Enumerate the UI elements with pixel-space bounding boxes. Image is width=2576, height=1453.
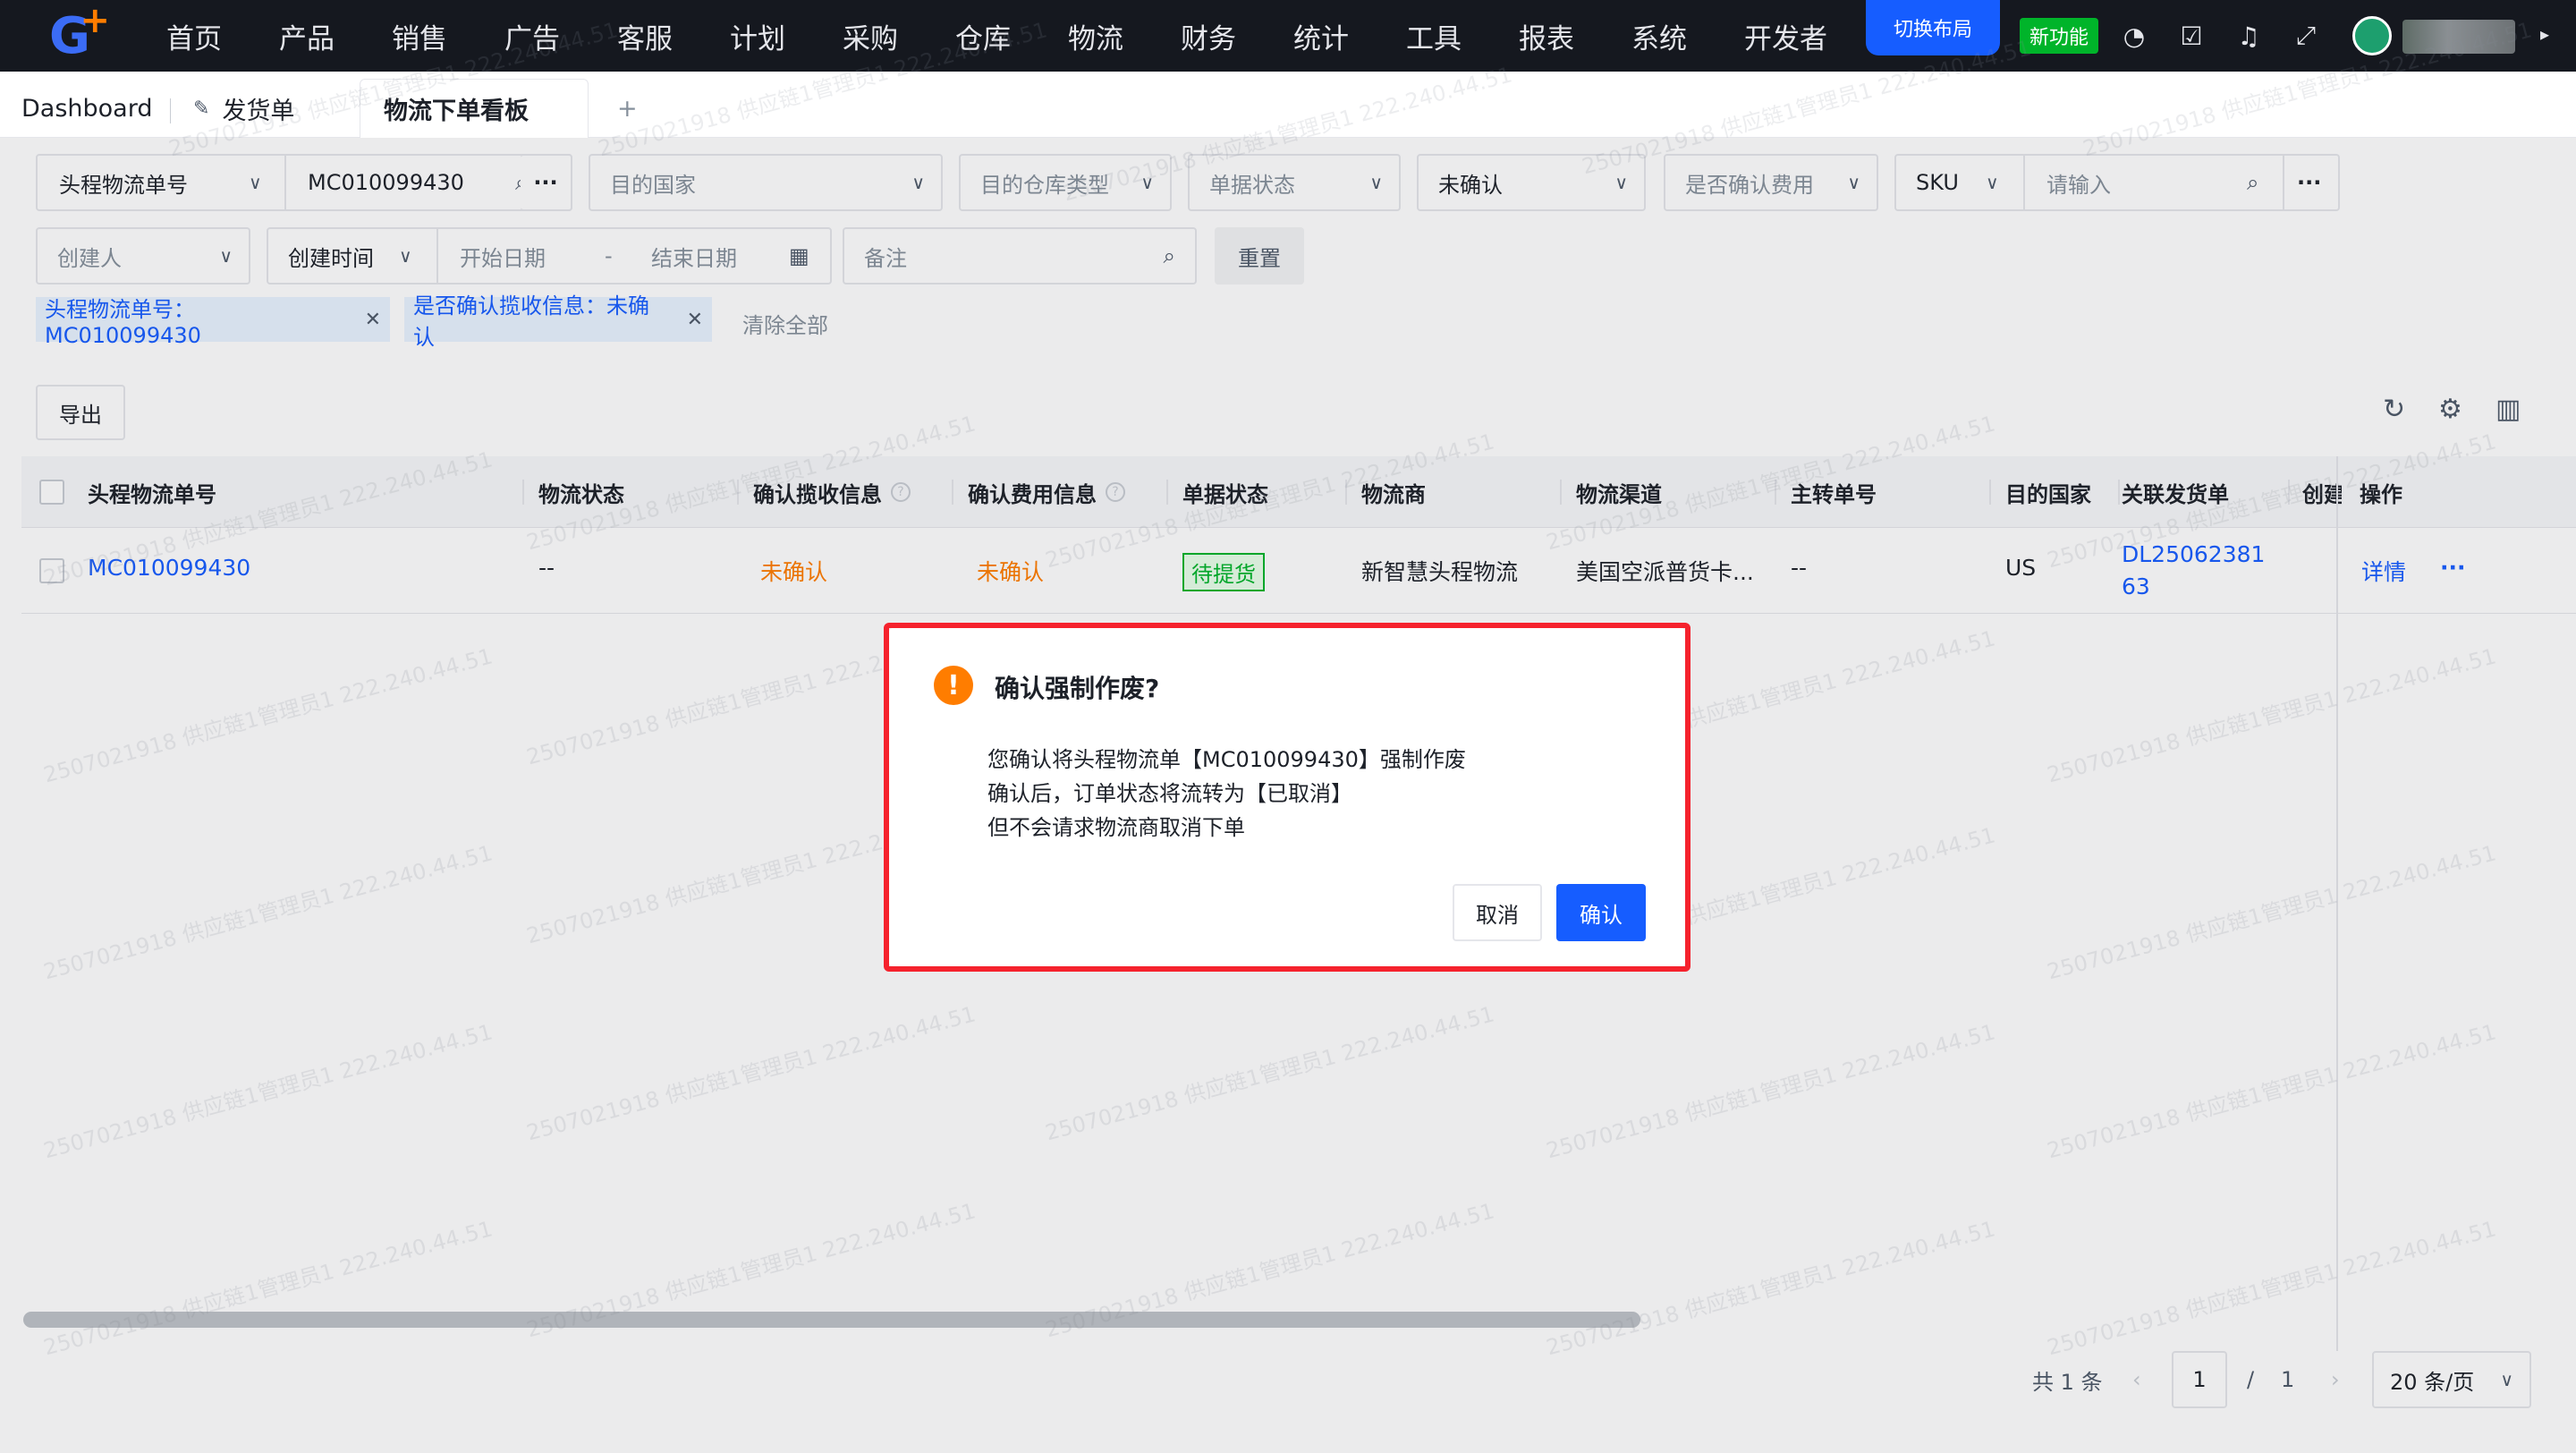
tab-divider — [170, 98, 171, 123]
new-feature-badge[interactable]: 新功能 — [2020, 18, 2098, 54]
nav-item-sales[interactable]: 销售 — [392, 16, 447, 56]
cancel-button[interactable]: 取消 — [1453, 884, 1542, 941]
caret-right-icon[interactable]: ▸ — [2540, 23, 2549, 45]
dialog-title: 确认强制作废? — [995, 674, 1160, 703]
nav-item-system[interactable]: 系统 — [1631, 16, 1687, 56]
page-tabs: Dashboard ✎ 发货单 物流下单看板 + — [0, 72, 2576, 138]
logo-mark: G + — [49, 0, 110, 65]
dialog-line-2: 确认后，订单状态将流转为【已取消】 — [987, 781, 1352, 806]
calendar-check-icon[interactable]: ☑ — [2175, 20, 2207, 52]
tab-shipment-label: 发货单 — [222, 97, 295, 125]
switch-layout-button[interactable]: 切换布局 — [1866, 0, 2000, 55]
dialog-content: 您确认将头程物流单【MC010099430】强制作废 确认后，订单状态将流转为【… — [987, 743, 1466, 845]
nav-item-plan[interactable]: 计划 — [730, 16, 785, 56]
nav-item-ads[interactable]: 广告 — [504, 16, 560, 56]
tab-shipment[interactable]: ✎ 发货单 — [193, 79, 294, 138]
warning-icon: ! — [934, 666, 973, 705]
nav-item-reports[interactable]: 报表 — [1519, 16, 1574, 56]
tab-dashboard[interactable]: Dashboard — [21, 79, 152, 138]
main-nav: 首页 产品 销售 广告 客服 计划 采购 仓库 物流 财务 统计 工具 报表 系… — [113, 16, 1937, 56]
dialog-line-3: 但不会请求物流商取消下单 — [987, 815, 1245, 840]
top-navbar: G + 首页 产品 销售 广告 客服 计划 采购 仓库 物流 财务 统计 工具 报… — [0, 0, 2576, 72]
add-tab-button[interactable]: + — [617, 79, 638, 138]
nav-item-warehouse[interactable]: 仓库 — [955, 16, 1011, 56]
stats-icon[interactable]: ◔ — [2118, 20, 2150, 52]
confirm-button[interactable]: 确认 — [1556, 884, 1646, 941]
username-blurred[interactable] — [2402, 20, 2515, 54]
avatar[interactable] — [2352, 16, 2392, 55]
nav-item-tools[interactable]: 工具 — [1406, 16, 1462, 56]
nav-item-stats[interactable]: 统计 — [1293, 16, 1349, 56]
nav-item-developer[interactable]: 开发者 — [1744, 16, 1827, 56]
nav-item-finance[interactable]: 财务 — [1181, 16, 1236, 56]
fullscreen-icon[interactable]: ⤢ — [2290, 20, 2322, 52]
nav-item-home[interactable]: 首页 — [166, 16, 222, 56]
nav-item-logistics[interactable]: 物流 — [1068, 16, 1123, 56]
app-logo[interactable]: G + — [27, 0, 113, 72]
tab-logistics-board[interactable]: 物流下单看板 — [360, 79, 589, 138]
nav-item-purchase[interactable]: 采购 — [843, 16, 898, 56]
pin-icon[interactable]: ✎ — [193, 98, 209, 120]
nav-item-service[interactable]: 客服 — [617, 16, 673, 56]
bell-icon[interactable]: ♫ — [2233, 20, 2265, 52]
confirm-void-dialog: ! 确认强制作废? 您确认将头程物流单【MC010099430】强制作废 确认后… — [889, 628, 1685, 966]
nav-item-product[interactable]: 产品 — [279, 16, 335, 56]
dialog-line-1: 您确认将头程物流单【MC010099430】强制作废 — [987, 747, 1466, 772]
